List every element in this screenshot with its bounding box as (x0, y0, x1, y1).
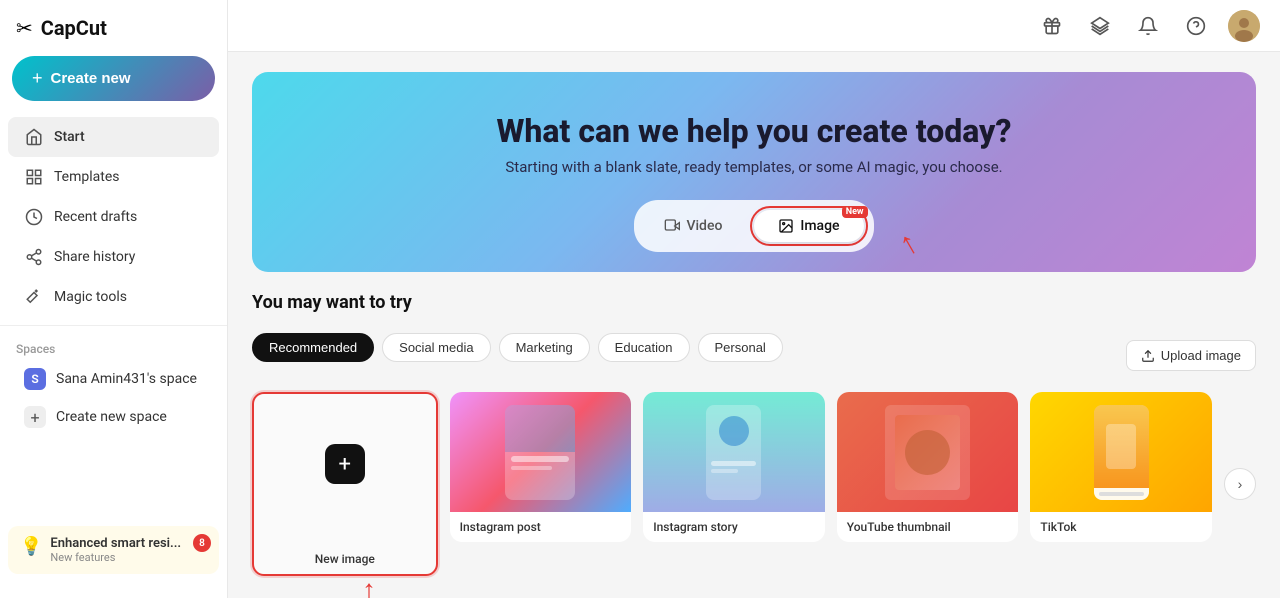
content: What can we help you create today? Start… (228, 52, 1280, 598)
image-icon (778, 218, 794, 234)
add-space-icon: + (24, 406, 46, 428)
template-new-image[interactable]: + New image (252, 392, 438, 576)
instagram-post-thumb (450, 392, 632, 512)
sidebar-item-share[interactable]: Share history (8, 237, 219, 277)
sidebar-start-label: Start (54, 129, 85, 145)
layers-icon[interactable] (1084, 10, 1116, 42)
notification-badge: 8 (193, 534, 211, 552)
filter-education[interactable]: Education (598, 333, 690, 362)
user-avatar[interactable] (1228, 10, 1260, 42)
filter-personal[interactable]: Personal (698, 333, 783, 362)
new-badge: New (842, 206, 868, 218)
bell-icon[interactable] (1132, 10, 1164, 42)
new-image-label: New image (305, 544, 385, 574)
sidebar-recent-label: Recent drafts (54, 209, 137, 225)
plus-icon: + (32, 68, 43, 89)
arrow-to-new-image: ↑ (362, 573, 376, 598)
upload-btn-label: Upload image (1161, 348, 1241, 363)
tab-video-label: Video (686, 218, 722, 234)
youtube-label: YouTube thumbnail (837, 512, 1019, 542)
notification-title: Enhanced smart resi... (50, 536, 181, 551)
create-space-label: Create new space (56, 409, 167, 425)
new-image-plus-icon: + (325, 444, 365, 484)
try-section-header: You may want to try (252, 292, 1256, 325)
try-section: You may want to try Recommended Social m… (252, 292, 1256, 576)
tiktok-label: TikTok (1030, 512, 1212, 542)
filter-marketing[interactable]: Marketing (499, 333, 590, 362)
template-instagram-post[interactable]: Instagram post (450, 392, 632, 542)
sidebar-templates-label: Templates (54, 169, 120, 185)
sidebar-share-label: Share history (54, 249, 135, 265)
templates-row: + New image In (252, 392, 1256, 576)
upload-image-button[interactable]: Upload image (1126, 340, 1256, 371)
notification-sub: New features (50, 551, 181, 564)
sidebar-item-templates[interactable]: Templates (8, 157, 219, 197)
logo: ✂ CapCut (0, 16, 227, 56)
sidebar-bottom: 💡 Enhanced smart resi... New features 8 (0, 518, 227, 582)
create-space-item[interactable]: + Create new space (8, 398, 219, 436)
divider (0, 325, 227, 326)
logo-icon: ✂ (16, 16, 33, 40)
sidebar-item-recent[interactable]: Recent drafts (8, 197, 219, 237)
hero-title: What can we help you create today? (272, 112, 1236, 150)
wand-icon (24, 287, 44, 307)
share-icon (24, 247, 44, 267)
sidebar: ✂ CapCut + Create new Start Templates Re… (0, 0, 228, 598)
instagram-story-label: Instagram story (643, 512, 825, 542)
sidebar-magic-label: Magic tools (54, 289, 127, 305)
upload-icon (1141, 349, 1155, 363)
tab-image-wrapper: Image New (750, 206, 867, 246)
help-icon[interactable] (1180, 10, 1212, 42)
tab-image-label: Image (800, 218, 839, 234)
main: What can we help you create today? Start… (228, 0, 1280, 598)
clock-icon (24, 207, 44, 227)
notification-card[interactable]: 💡 Enhanced smart resi... New features 8 (8, 526, 219, 574)
home-icon (24, 127, 44, 147)
template-instagram-story[interactable]: Instagram story (643, 392, 825, 542)
gift-icon[interactable] (1036, 10, 1068, 42)
next-button[interactable]: › (1224, 468, 1256, 500)
spaces-label: Spaces (0, 334, 227, 360)
sidebar-item-start[interactable]: Start (8, 117, 219, 157)
create-new-button[interactable]: + Create new (12, 56, 215, 101)
notification-icon: 💡 (20, 536, 42, 557)
instagram-story-thumb (643, 392, 825, 512)
youtube-thumb-thumb (837, 392, 1019, 512)
notification-content: Enhanced smart resi... New features (50, 536, 181, 564)
tiktok-thumb (1030, 392, 1212, 512)
filter-social[interactable]: Social media (382, 333, 490, 362)
filter-tabs: Recommended Social media Marketing Educa… (252, 333, 783, 362)
space-item-sana[interactable]: S Sana Amin431's space (8, 360, 219, 398)
template-tiktok[interactable]: TikTok (1030, 392, 1212, 542)
instagram-post-label: Instagram post (450, 512, 632, 542)
space-label: Sana Amin431's space (56, 371, 197, 387)
try-section-title: You may want to try (252, 292, 412, 313)
template-youtube-thumb[interactable]: YouTube thumbnail (837, 392, 1019, 542)
arrow-to-image: ↑ (892, 223, 925, 264)
logo-text: CapCut (41, 16, 107, 40)
tab-image[interactable]: Image New (754, 210, 863, 242)
video-icon (664, 218, 680, 234)
tab-video[interactable]: Video (640, 206, 746, 246)
hero-banner: What can we help you create today? Start… (252, 72, 1256, 272)
hero-subtitle: Starting with a blank slate, ready templ… (272, 158, 1236, 176)
filter-recommended[interactable]: Recommended (252, 333, 374, 362)
layout-icon (24, 167, 44, 187)
sidebar-item-magic[interactable]: Magic tools (8, 277, 219, 317)
topbar (228, 0, 1280, 52)
space-avatar: S (24, 368, 46, 390)
hero-tabs: Video Image New (634, 200, 873, 252)
